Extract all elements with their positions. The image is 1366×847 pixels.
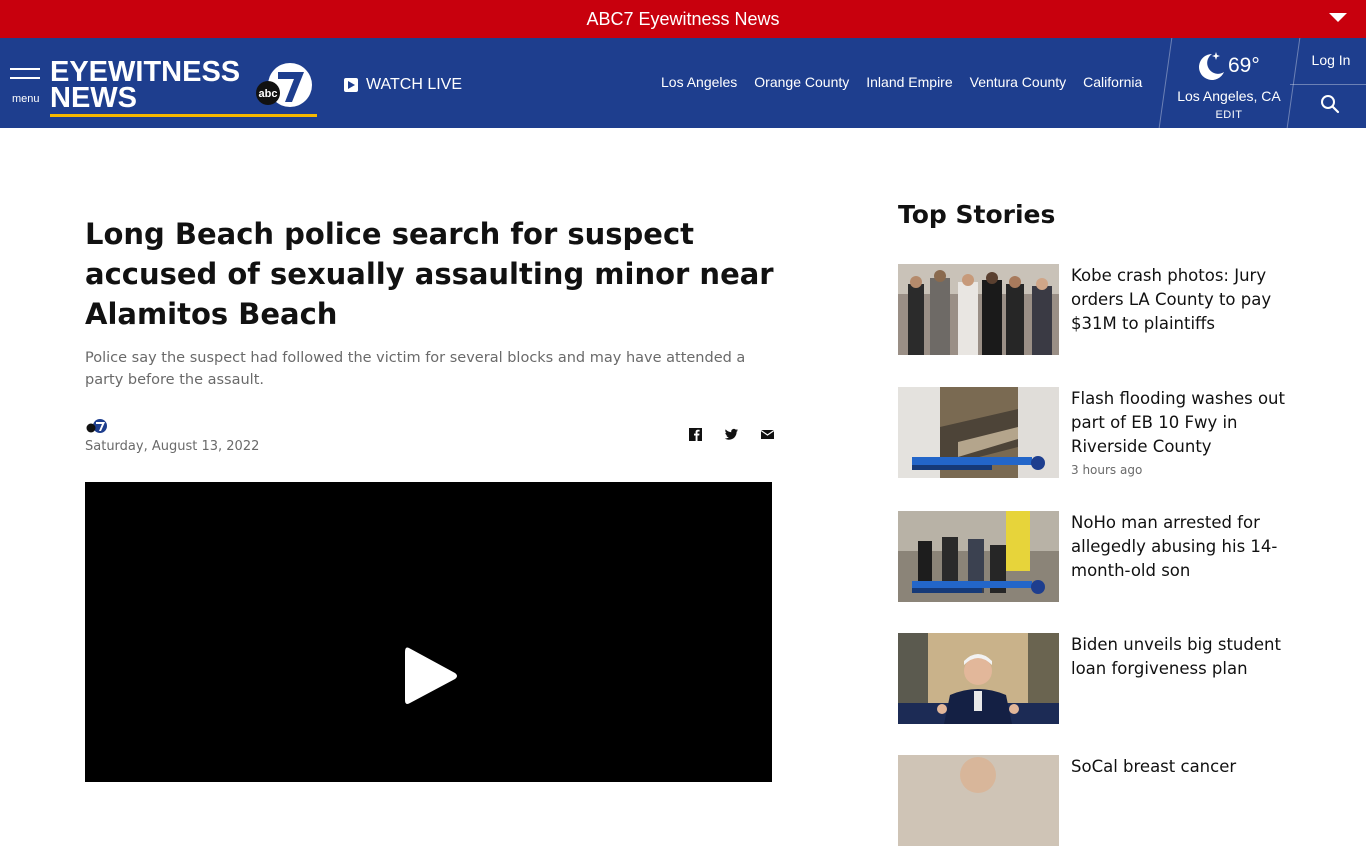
weather-widget[interactable]: 69° Los Angeles, CA EDIT [1170, 48, 1288, 124]
nav-item-orange-county[interactable]: Orange County [754, 74, 849, 90]
story-title[interactable]: Flash flooding washes out part of EB 10 … [1071, 387, 1286, 459]
hamburger-icon [10, 68, 40, 70]
story-item[interactable]: Flash flooding washes out part of EB 10 … [898, 387, 1298, 479]
nav-item-california[interactable]: California [1083, 74, 1142, 90]
story-item[interactable]: Biden unveils big student loan forgivene… [898, 633, 1298, 725]
search-icon[interactable] [1320, 94, 1340, 114]
story-thumbnail[interactable] [898, 387, 1059, 478]
video-player[interactable] [85, 482, 772, 782]
chevron-down-icon[interactable] [1329, 13, 1347, 22]
header-separator [1290, 84, 1366, 85]
story-thumbnail[interactable] [898, 633, 1059, 724]
region-nav: Los Angeles Orange County Inland Empire … [661, 74, 1142, 90]
story-item[interactable]: SoCal breast cancer [898, 755, 1298, 847]
banner-title[interactable]: ABC7 Eyewitness News [586, 9, 779, 30]
login-link[interactable]: Log In [1296, 52, 1366, 68]
story-title[interactable]: NoHo man arrested for allegedly abusing … [1071, 511, 1286, 583]
nav-item-los-angeles[interactable]: Los Angeles [661, 74, 737, 90]
weather-temp: 69° [1228, 54, 1260, 77]
logo-underline [50, 114, 317, 117]
share-bar [688, 427, 775, 442]
watch-live-label: WATCH LIVE [366, 76, 463, 93]
play-icon[interactable] [403, 644, 459, 708]
weather-location: Los Angeles, CA [1177, 88, 1281, 104]
top-stories-heading: Top Stories [898, 200, 1056, 229]
top-stories: Top Stories Kobe crash photos: Jury orde… [898, 200, 1298, 846]
article-headline: Long Beach police search for suspect acc… [85, 217, 774, 331]
story-thumbnail[interactable] [898, 511, 1059, 602]
story-time: 3 hours ago [1071, 463, 1143, 477]
site-logo[interactable]: EYEWITNESS NEWS abc [50, 58, 318, 118]
facebook-icon[interactable] [688, 427, 703, 442]
hamburger-bar [10, 77, 40, 79]
logo-line-2: NEWS [50, 82, 137, 114]
story-thumbnail[interactable] [898, 264, 1059, 355]
abc7-small-logo-icon [86, 419, 107, 433]
story-title[interactable]: SoCal breast cancer [1071, 755, 1286, 779]
weather-edit-link[interactable]: EDIT [1170, 109, 1288, 121]
top-banner[interactable]: ABC7 Eyewitness News [0, 0, 1366, 38]
abc7-logo-icon: abc [256, 63, 312, 107]
story-item[interactable]: NoHo man arrested for allegedly abusing … [898, 511, 1298, 603]
play-icon [344, 78, 358, 92]
story-title[interactable]: Kobe crash photos: Jury orders LA County… [1071, 264, 1286, 336]
menu-button[interactable]: menu [10, 68, 44, 108]
twitter-icon[interactable] [724, 427, 739, 442]
nav-item-ventura-county[interactable]: Ventura County [970, 74, 1067, 90]
email-icon[interactable] [760, 427, 775, 442]
nav-item-inland-empire[interactable]: Inland Empire [866, 74, 952, 90]
watch-live-link[interactable]: WATCH LIVE [344, 76, 462, 94]
article-dek: Police say the suspect had followed the … [85, 350, 746, 388]
svg-text:abc: abc [259, 88, 278, 100]
moon-stars-icon [1199, 52, 1224, 80]
story-title[interactable]: Biden unveils big student loan forgivene… [1071, 633, 1286, 681]
byline: Saturday, August 13, 2022 [85, 418, 259, 454]
article-date: Saturday, August 13, 2022 [85, 439, 260, 454]
story-item[interactable]: Kobe crash photos: Jury orders LA County… [898, 264, 1298, 356]
article: Long Beach police search for suspect acc… [85, 214, 775, 454]
story-thumbnail[interactable] [898, 755, 1059, 846]
site-header: menu EYEWITNESS NEWS abc WATCH LIVE Los … [0, 38, 1366, 128]
menu-label: menu [12, 93, 40, 105]
